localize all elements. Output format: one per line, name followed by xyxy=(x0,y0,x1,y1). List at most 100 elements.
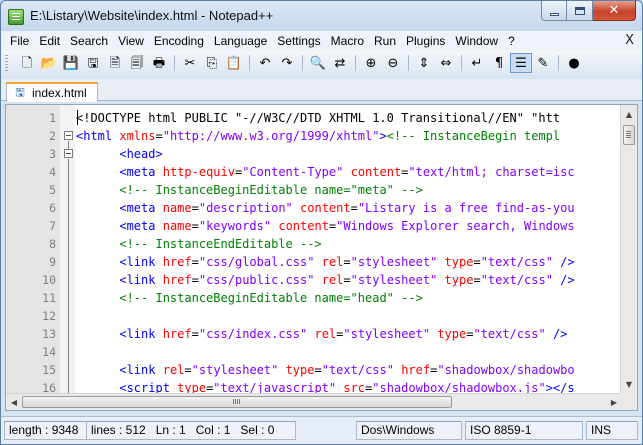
toolbar-separator xyxy=(302,55,303,71)
code-token: "stylesheet" xyxy=(350,255,438,269)
code-token: "stylesheet" xyxy=(350,273,438,287)
menu-edit[interactable]: Edit xyxy=(34,31,65,51)
scroll-left-arrow-icon[interactable]: ◀ xyxy=(6,394,22,410)
vertical-scroll-thumb[interactable] xyxy=(623,125,635,145)
code-token: "Windows Explorer search, Windows xyxy=(336,219,575,233)
menu-macro[interactable]: Macro xyxy=(326,31,369,51)
encoding-value: ISO 8859-1 xyxy=(470,423,532,437)
code-token: "text/javascript" xyxy=(213,381,337,393)
indent-guide-icon[interactable]: ☰ xyxy=(510,53,532,73)
code-area[interactable]: <!DOCTYPE html PUBLIC "-//W3C//DTD XHTML… xyxy=(76,105,614,393)
replace-icon[interactable]: ⇄ xyxy=(329,53,351,73)
menu-window[interactable]: Window xyxy=(450,31,503,51)
maximize-button[interactable] xyxy=(567,1,593,21)
status-eol-format[interactable]: Dos\Windows xyxy=(356,421,462,440)
undo-icon[interactable]: ↶ xyxy=(254,53,276,73)
paste-icon[interactable]: 📋 xyxy=(223,53,245,73)
open-file-icon[interactable]: 📂 xyxy=(38,53,60,73)
title-bar[interactable]: E:\Listary\Website\index.html - Notepad+… xyxy=(1,1,642,31)
status-insert-mode[interactable]: INS xyxy=(586,421,638,440)
menu-language[interactable]: Language xyxy=(209,31,272,51)
toolbar-separator xyxy=(174,55,175,71)
code-editor[interactable]: 1 2 3 4 5 6 7 8 9 10 11 12 13 14 15 16 <!DOCTYPE html P… xyxy=(5,104,638,411)
horizontal-scrollbar[interactable]: ◀ ▶ xyxy=(6,393,622,410)
length-value: length : 9348 xyxy=(9,423,79,437)
code-token: href xyxy=(162,327,192,341)
find-icon[interactable]: 🔍 xyxy=(307,53,329,73)
code-token: <link xyxy=(119,255,163,269)
menu-encoding[interactable]: Encoding xyxy=(149,31,209,51)
menu-view[interactable]: View xyxy=(113,31,149,51)
line-number: 9 xyxy=(49,255,56,269)
code-token: = xyxy=(191,327,199,341)
code-token: <!-- InstanceBeginEditable name="meta" -… xyxy=(119,183,423,197)
horizontal-scroll-thumb[interactable] xyxy=(22,396,452,408)
menu-plugins[interactable]: Plugins xyxy=(401,31,450,51)
line-number-gutter[interactable]: 1 2 3 4 5 6 7 8 9 10 11 12 13 14 15 16 xyxy=(6,105,60,395)
close-window-button[interactable]: ✕ xyxy=(593,1,636,21)
window-title: E:\Listary\Website\index.html - Notepad+… xyxy=(30,8,274,23)
tab-index-html[interactable]: 🖫 index.html xyxy=(6,82,98,102)
line-number: 8 xyxy=(49,237,56,251)
menu-run[interactable]: Run xyxy=(369,31,401,51)
code-token: = xyxy=(184,363,192,377)
line-number: 1 xyxy=(49,111,56,125)
code-token: <meta xyxy=(119,219,163,233)
notepad-plus-plus-app-icon[interactable] xyxy=(8,9,24,25)
zoom-out-icon[interactable]: ⊖ xyxy=(382,53,404,73)
status-position[interactable]: lines : 512 Ln : 1 Col : 1 Sel : 0 xyxy=(86,421,296,440)
code-token: = xyxy=(343,273,351,287)
save-all-icon[interactable]: 🖫 xyxy=(82,53,104,73)
close-all-icon[interactable]: 🗐 xyxy=(126,53,148,73)
maximize-icon xyxy=(574,6,585,15)
record-macro-icon[interactable]: ● xyxy=(563,53,585,73)
sync-horizontal-icon[interactable]: ⇔ xyxy=(435,53,457,73)
code-token: <script xyxy=(119,381,178,393)
line-number: 12 xyxy=(42,309,56,323)
word-wrap-icon[interactable]: ↵ xyxy=(466,53,488,73)
code-token: "shadowbox/shadowbo xyxy=(437,363,575,377)
code-token: http-equiv xyxy=(162,165,235,179)
code-token: ></s xyxy=(545,381,575,393)
status-encoding[interactable]: ISO 8859-1 xyxy=(465,421,583,440)
redo-icon[interactable]: ↷ xyxy=(276,53,298,73)
sync-vertical-icon[interactable]: ⇕ xyxy=(413,53,435,73)
cut-icon[interactable]: ✂ xyxy=(179,53,201,73)
notepad-plus-plus-window: E:\Listary\Website\index.html - Notepad+… xyxy=(0,0,643,445)
menu-settings[interactable]: Settings xyxy=(272,31,325,51)
code-line: <meta http-equiv="Content-Type" content=… xyxy=(76,163,574,181)
zoom-in-icon[interactable]: ⊕ xyxy=(360,53,382,73)
close-document-icon[interactable]: X xyxy=(625,31,634,51)
new-file-icon[interactable]: 🗋 xyxy=(16,53,38,73)
menu-search[interactable]: Search xyxy=(65,31,113,51)
menu-file[interactable]: File xyxy=(1,31,34,51)
show-all-characters-icon[interactable]: ¶ xyxy=(488,53,510,73)
fold-toggle-icon[interactable] xyxy=(64,131,73,140)
fold-margin[interactable] xyxy=(60,105,75,393)
menu-help[interactable]: ? xyxy=(503,31,520,51)
copy-icon[interactable]: ⎘ xyxy=(201,53,223,73)
fold-toggle-icon[interactable] xyxy=(64,149,73,158)
code-token: = xyxy=(314,363,322,377)
scroll-up-arrow-icon[interactable]: ▲ xyxy=(621,106,637,122)
print-icon[interactable]: 🖶 xyxy=(148,53,170,73)
line-number: 10 xyxy=(42,273,56,287)
toolbar-grip[interactable] xyxy=(5,55,8,71)
user-language-icon[interactable]: ✎ xyxy=(532,53,554,73)
lines-value: lines : 512 xyxy=(91,423,146,437)
scroll-down-arrow-icon[interactable]: ▼ xyxy=(621,376,637,392)
minimize-button[interactable] xyxy=(541,1,567,21)
close-icon[interactable]: 🗎 xyxy=(104,53,126,73)
vertical-scrollbar[interactable]: ▲ ▼ xyxy=(620,105,637,393)
code-token: src xyxy=(343,381,366,393)
code-token: name xyxy=(162,219,192,233)
save-icon[interactable]: 💾 xyxy=(60,53,82,73)
code-line: <!-- InstanceBeginEditable name="meta" -… xyxy=(76,181,423,199)
